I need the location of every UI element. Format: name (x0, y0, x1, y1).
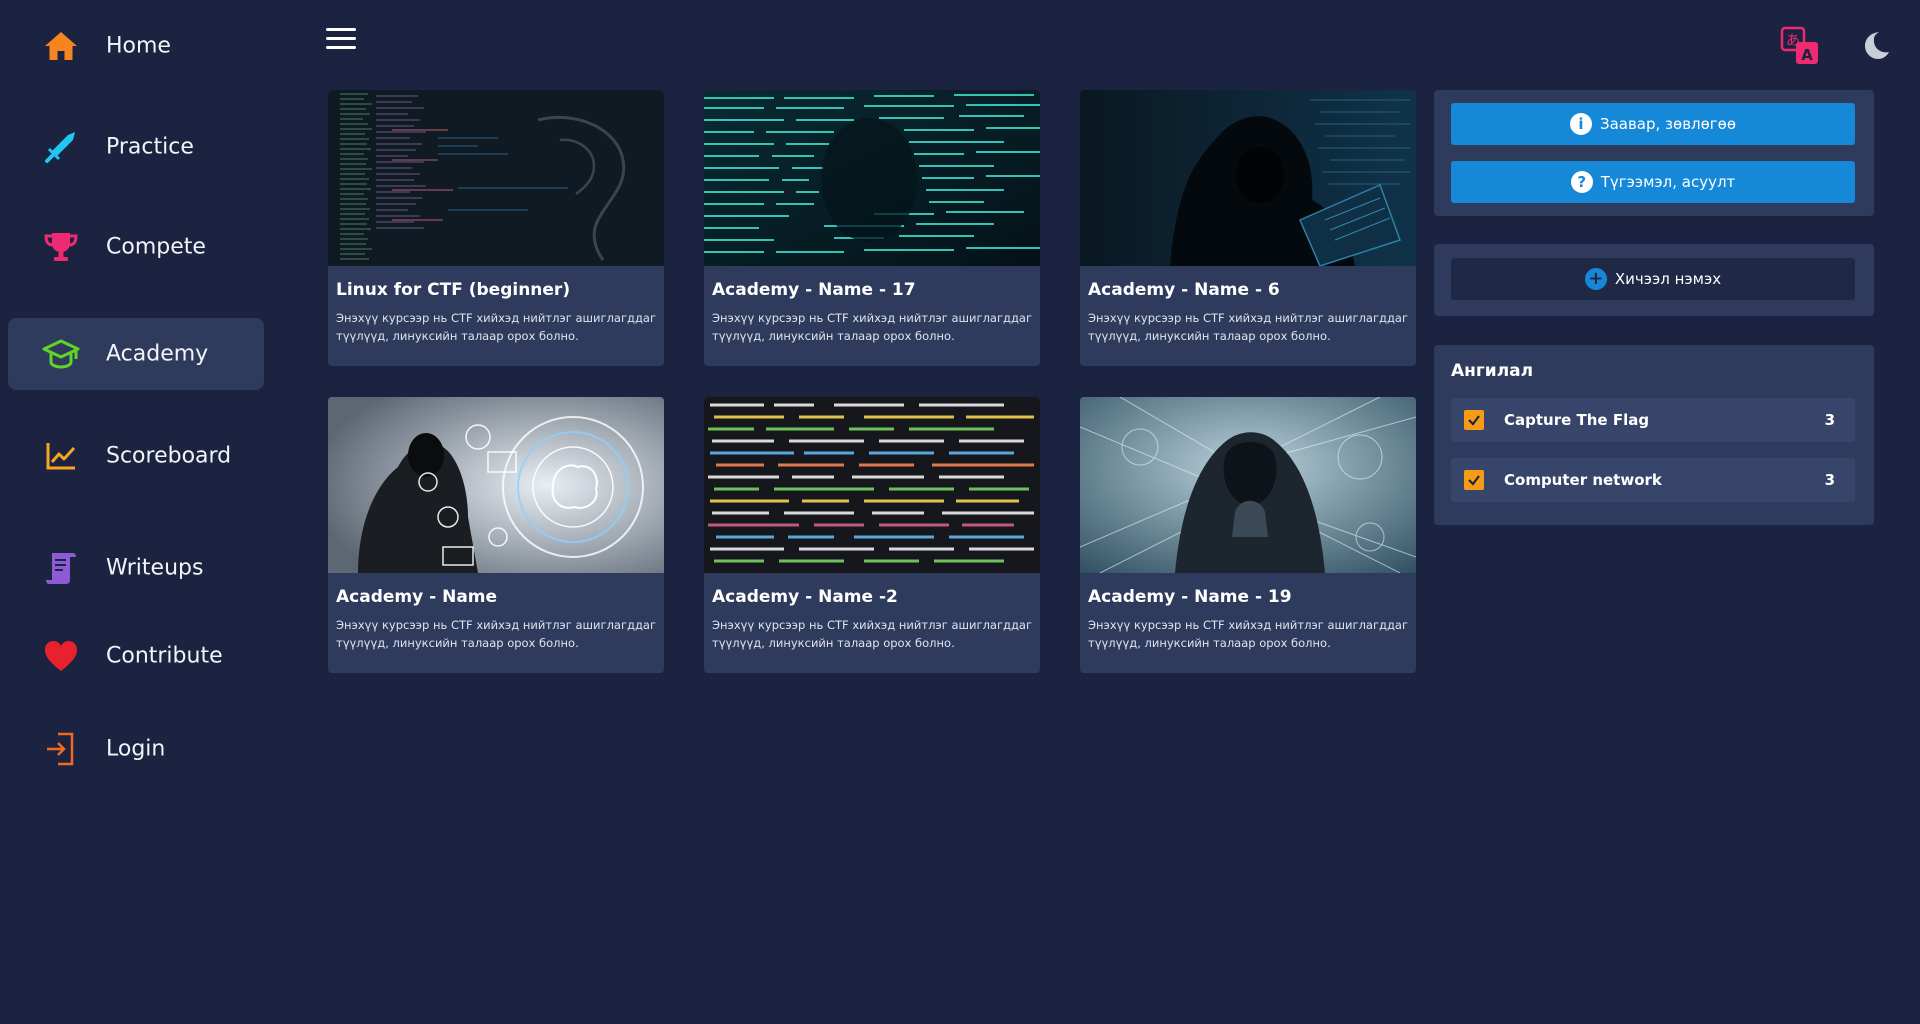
course-thumbnail (1080, 397, 1416, 573)
category-panel: Ангилал Capture The Flag 3 Computer netw… (1434, 345, 1874, 525)
faq-button-label: Түгээмэл, асуулт (1600, 173, 1736, 191)
svg-text:A: A (1801, 46, 1813, 64)
add-lesson-button[interactable]: + Хичээл нэмэх (1451, 258, 1855, 300)
sidebar-item-academy[interactable]: Academy (8, 318, 264, 390)
category-title: Ангилал (1451, 361, 1534, 381)
add-lesson-panel: + Хичээл нэмэх (1434, 244, 1874, 316)
sidebar-item-label: Compete (106, 234, 206, 260)
sidebar-item-label: Writeups (106, 555, 204, 581)
plus-icon: + (1584, 268, 1607, 290)
sidebar-item-label: Scoreboard (106, 443, 232, 469)
sidebar: Home Practice Compete Academy Scoreboard (0, 0, 270, 1024)
heart-icon (40, 635, 82, 677)
info-icon: i (1569, 113, 1592, 135)
course-thumbnail (704, 397, 1040, 573)
course-title: Academy - Name - 6 (1088, 280, 1280, 300)
home-icon (40, 25, 82, 67)
chart-line-icon (40, 435, 82, 477)
graduation-cap-icon (40, 333, 82, 375)
sidebar-item-label: Login (106, 736, 166, 762)
sidebar-item-practice[interactable]: Practice (8, 111, 264, 183)
course-description: Энэхүү курсээр нь CTF хийхэд нийтлэг аши… (336, 618, 656, 650)
course-description: Энэхүү курсээр нь CTF хийхэд нийтлэг аши… (1088, 618, 1408, 650)
sidebar-item-home[interactable]: Home (8, 10, 264, 82)
question-icon: ? (1570, 171, 1593, 193)
course-description: Энэхүү курсээр нь CTF хийхэд нийтлэг аши… (712, 618, 1032, 650)
course-thumbnail (704, 90, 1040, 266)
course-title: Academy - Name -2 (712, 587, 898, 607)
course-title: Academy - Name - 19 (1088, 587, 1292, 607)
course-title: Linux for CTF (beginner) (336, 280, 571, 300)
sidebar-item-contribute[interactable]: Contribute (8, 620, 264, 692)
sidebar-item-writeups[interactable]: Writeups (8, 532, 264, 604)
category-filter-ctf[interactable]: Capture The Flag 3 (1451, 398, 1855, 442)
trophy-icon (40, 226, 82, 268)
faq-button[interactable]: ? Түгээмэл, асуулт (1451, 161, 1855, 203)
sidebar-item-label: Contribute (106, 643, 223, 669)
theme-toggle-button[interactable] (1858, 28, 1892, 62)
course-card[interactable]: Academy - Name - 6 Энэхүү курсээр нь CTF… (1080, 90, 1416, 366)
course-thumbnail (1080, 90, 1416, 266)
category-label: Capture The Flag (1504, 411, 1650, 429)
category-checkbox[interactable] (1464, 470, 1484, 490)
course-card[interactable]: Linux for CTF (beginner) Энэхүү курсээр … (328, 90, 664, 366)
translate-icon: あ A (1780, 26, 1818, 64)
course-title: Academy - Name (336, 587, 498, 607)
guide-button-label: Заавар, зөвлөгөө (1599, 115, 1737, 133)
course-card[interactable]: Academy - Name - 17 Энэхүү курсээр нь CT… (704, 90, 1040, 366)
category-checkbox[interactable] (1464, 410, 1484, 430)
category-count: 3 (1824, 471, 1835, 489)
category-count: 3 (1824, 411, 1835, 429)
sidebar-item-scoreboard[interactable]: Scoreboard (8, 420, 264, 492)
course-card[interactable]: Academy - Name - 19 Энэхүү курсээр нь CT… (1080, 397, 1416, 673)
add-lesson-label: Хичээл нэмэх (1614, 270, 1722, 288)
category-label: Computer network (1504, 471, 1662, 489)
course-card[interactable]: Academy - Name Энэхүү курсээр нь CTF хий… (328, 397, 664, 673)
sidebar-item-login[interactable]: Login (8, 713, 264, 785)
sidebar-item-label: Home (106, 33, 171, 59)
sword-icon (40, 126, 82, 168)
category-filter-network[interactable]: Computer network 3 (1451, 458, 1855, 502)
check-icon (1468, 475, 1480, 486)
scroll-icon (40, 547, 82, 589)
app-root: Home Practice Compete Academy Scoreboard (0, 0, 1920, 1024)
course-description: Энэхүү курсээр нь CTF хийхэд нийтлэг аши… (712, 311, 1032, 343)
menu-toggle-button[interactable] (326, 28, 356, 54)
course-description: Энэхүү курсээр нь CTF хийхэд нийтлэг аши… (336, 311, 656, 343)
course-description: Энэхүү курсээр нь CTF хийхэд нийтлэг аши… (1088, 311, 1408, 343)
course-title: Academy - Name - 17 (712, 280, 916, 300)
sidebar-item-compete[interactable]: Compete (8, 211, 264, 283)
course-card[interactable]: Academy - Name -2 Энэхүү курсээр нь CTF … (704, 397, 1040, 673)
check-icon (1468, 415, 1480, 426)
sidebar-item-label: Academy (106, 341, 209, 367)
language-button[interactable]: あ A (1780, 26, 1820, 66)
hamburger-icon (326, 28, 356, 31)
course-thumbnail (328, 90, 664, 266)
moon-icon (1865, 32, 1889, 59)
guide-button[interactable]: i Заавар, зөвлөгөө (1451, 103, 1855, 145)
sidebar-item-label: Practice (106, 134, 194, 160)
login-icon (40, 728, 82, 770)
course-thumbnail (328, 397, 664, 573)
help-panel: i Заавар, зөвлөгөө ? Түгээмэл, асуулт (1434, 90, 1874, 216)
